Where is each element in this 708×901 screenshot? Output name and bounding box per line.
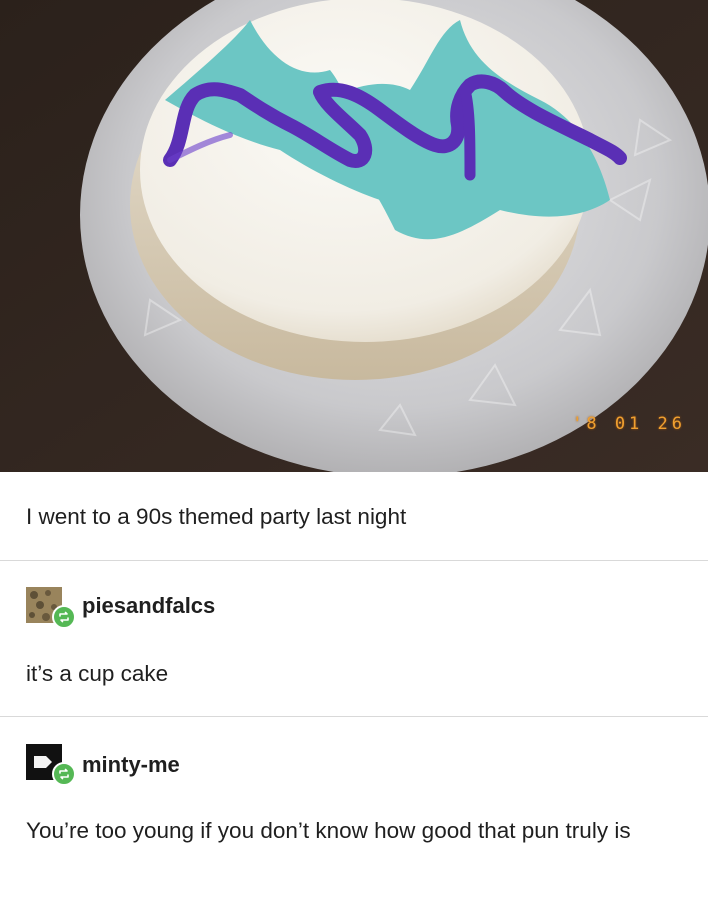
divider — [0, 560, 708, 561]
reply-text: it’s a cup cake — [26, 661, 169, 686]
username-link[interactable]: piesandfalcs — [82, 593, 215, 619]
post-caption: I went to a 90s themed party last night — [26, 504, 407, 529]
photo-timestamp: '8 01 26 — [572, 414, 686, 434]
cake-image — [0, 0, 708, 472]
reblog-icon — [59, 611, 69, 623]
username-link[interactable]: minty-me — [82, 752, 180, 778]
post-photo[interactable]: '8 01 26 — [0, 0, 708, 472]
avatar-wrap[interactable] — [26, 744, 76, 786]
reblog-badge — [52, 605, 76, 629]
divider — [0, 716, 708, 717]
reblog-badge — [52, 762, 76, 786]
reblog-icon — [59, 768, 69, 780]
avatar-wrap[interactable] — [26, 587, 76, 629]
reply-text: You’re too young if you don’t know how g… — [26, 818, 631, 843]
